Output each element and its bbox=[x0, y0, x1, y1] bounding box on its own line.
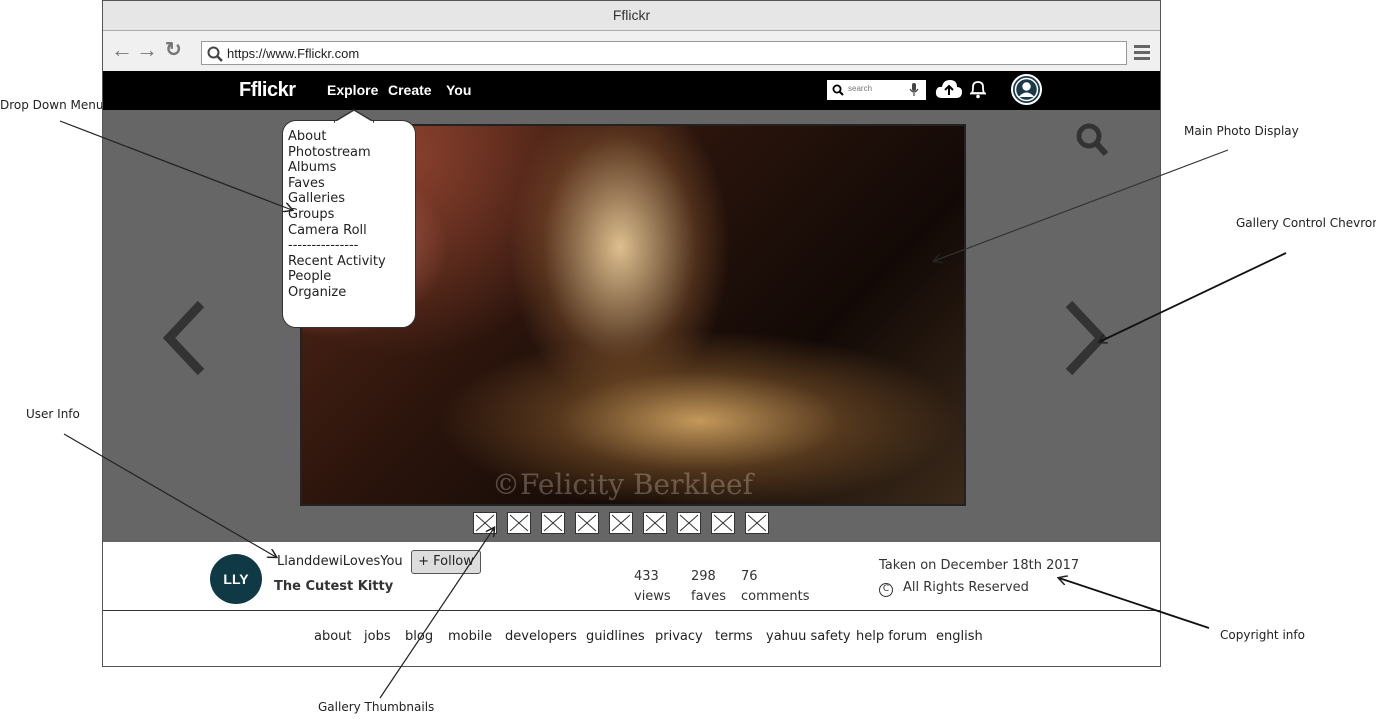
dropdown-item-groups[interactable]: Groups bbox=[288, 207, 415, 223]
nav-you[interactable]: You bbox=[446, 82, 471, 98]
thumbnail-placeholder-icon[interactable] bbox=[507, 512, 531, 534]
microphone-icon[interactable] bbox=[909, 83, 919, 97]
thumbnail-placeholder-icon[interactable] bbox=[677, 512, 701, 534]
annotation-main-photo: Main Photo Display bbox=[1184, 124, 1299, 138]
annotation-copyright: Copyright info bbox=[1220, 628, 1305, 642]
dropdown-item-about[interactable]: About bbox=[288, 129, 415, 145]
dropdown-divider: --------------- bbox=[288, 238, 359, 254]
forward-icon[interactable]: → bbox=[136, 39, 158, 61]
url-text: https://www.Fflickr.com bbox=[227, 46, 360, 61]
stat-comments: 76 comments bbox=[741, 567, 810, 607]
nav-explore[interactable]: Explore bbox=[327, 82, 378, 98]
upload-cloud-icon[interactable] bbox=[935, 78, 963, 100]
dropdown-item-albums[interactable]: Albums bbox=[288, 160, 415, 176]
stat-value: 76 bbox=[741, 569, 758, 584]
footer-link-language[interactable]: english bbox=[936, 629, 983, 644]
stat-label: comments bbox=[741, 589, 810, 604]
top-navigation: Fflickr Explore Create You search bbox=[103, 71, 1160, 110]
dropdown-item-recent-activity[interactable]: Recent Activity bbox=[288, 254, 415, 270]
back-icon[interactable]: ← bbox=[111, 39, 133, 61]
hamburger-menu-icon[interactable] bbox=[1134, 45, 1150, 63]
notification-bell-icon[interactable] bbox=[969, 79, 987, 99]
chevron-left-icon[interactable] bbox=[161, 300, 209, 376]
photo-stage: ©Felicity Berkleef bbox=[103, 110, 1160, 542]
stat-label: views bbox=[634, 589, 671, 604]
footer-link-guidlines[interactable]: guidlines bbox=[586, 629, 645, 644]
stat-value: 433 bbox=[634, 569, 659, 584]
rights-text[interactable]: All Rights Reserved bbox=[903, 580, 1029, 595]
reload-icon[interactable]: ↻ bbox=[165, 39, 182, 61]
footer-link-blog[interactable]: blog bbox=[405, 629, 433, 644]
stat-faves: 298 faves bbox=[691, 567, 726, 607]
photo-info-bar: LLY LlanddewiLovesYou The Cutest Kitty +… bbox=[103, 542, 1160, 611]
thumbnail-placeholder-icon[interactable] bbox=[643, 512, 667, 534]
photo-watermark: ©Felicity Berkleef bbox=[492, 468, 753, 501]
annotation-chevron: Gallery Control Chevron bbox=[1236, 216, 1376, 230]
dropdown-item-people[interactable]: People bbox=[288, 269, 415, 285]
footer-link-about[interactable]: about bbox=[314, 629, 352, 644]
thumbnail-placeholder-icon[interactable] bbox=[745, 512, 769, 534]
dropdown-pointer bbox=[334, 109, 374, 123]
annotation-user-info: User Info bbox=[26, 407, 80, 421]
rights-line: C All Rights Reserved bbox=[879, 580, 1029, 597]
footer-link-mobile[interactable]: mobile bbox=[448, 629, 492, 644]
taken-date: Taken on December 18th 2017 bbox=[879, 558, 1080, 573]
thumbnail-placeholder-icon[interactable] bbox=[609, 512, 633, 534]
footer-link-privacy[interactable]: privacy bbox=[655, 629, 703, 644]
user-avatar-icon[interactable] bbox=[1011, 74, 1042, 105]
thumbnail-placeholder-icon[interactable] bbox=[473, 512, 497, 534]
site-logo[interactable]: Fflickr bbox=[239, 79, 296, 102]
window-title: Fflickr bbox=[103, 1, 1160, 31]
owner-avatar[interactable]: LLY bbox=[210, 554, 262, 604]
stat-value: 298 bbox=[691, 569, 716, 584]
copyright-icon: C bbox=[879, 583, 893, 597]
chevron-right-icon[interactable] bbox=[1061, 300, 1109, 376]
thumbnail-placeholder-icon[interactable] bbox=[575, 512, 599, 534]
search-icon bbox=[207, 46, 223, 62]
url-field[interactable]: https://www.Fflickr.com bbox=[201, 41, 1127, 65]
search-icon bbox=[832, 84, 844, 96]
stat-label: faves bbox=[691, 589, 727, 604]
dropdown-item-camera-roll[interactable]: Camera Roll bbox=[288, 223, 415, 239]
site-footer: about jobs blog mobile developers guidli… bbox=[103, 612, 1160, 666]
dropdown-item-galleries[interactable]: Galleries bbox=[288, 191, 415, 207]
dropdown-item-faves[interactable]: Faves bbox=[288, 176, 415, 192]
zoom-search-icon[interactable] bbox=[1075, 122, 1109, 158]
nav-create[interactable]: Create bbox=[388, 82, 432, 98]
explore-dropdown-menu: About Photostream Albums Faves Galleries… bbox=[282, 109, 416, 328]
search-placeholder: search bbox=[848, 84, 873, 93]
annotation-dropdown: Drop Down Menu bbox=[0, 98, 104, 112]
browser-window: Fflickr ← → ↻ https://www.Fflickr.com Ff… bbox=[102, 0, 1161, 667]
photo-title: The Cutest Kitty bbox=[274, 579, 394, 594]
dropdown-item-photostream[interactable]: Photostream bbox=[288, 145, 415, 161]
footer-link-help-forum[interactable]: help forum bbox=[856, 629, 927, 644]
site-search-input[interactable]: search bbox=[827, 80, 926, 100]
address-bar: ← → ↻ https://www.Fflickr.com bbox=[103, 31, 1160, 71]
stat-views: 433 views bbox=[634, 567, 671, 607]
owner-username[interactable]: LlanddewiLovesYou bbox=[277, 554, 403, 569]
annotation-thumbnails: Gallery Thumbnails bbox=[318, 700, 435, 714]
thumbnail-placeholder-icon[interactable] bbox=[711, 512, 735, 534]
footer-link-safety[interactable]: yahuu safety bbox=[766, 629, 851, 644]
footer-link-developers[interactable]: developers bbox=[505, 629, 577, 644]
follow-button[interactable]: + Follow bbox=[411, 550, 481, 574]
footer-link-jobs[interactable]: jobs bbox=[364, 629, 391, 644]
footer-link-terms[interactable]: terms bbox=[715, 629, 753, 644]
dropdown-item-organize[interactable]: Organize bbox=[288, 285, 415, 301]
thumbnail-placeholder-icon[interactable] bbox=[541, 512, 565, 534]
